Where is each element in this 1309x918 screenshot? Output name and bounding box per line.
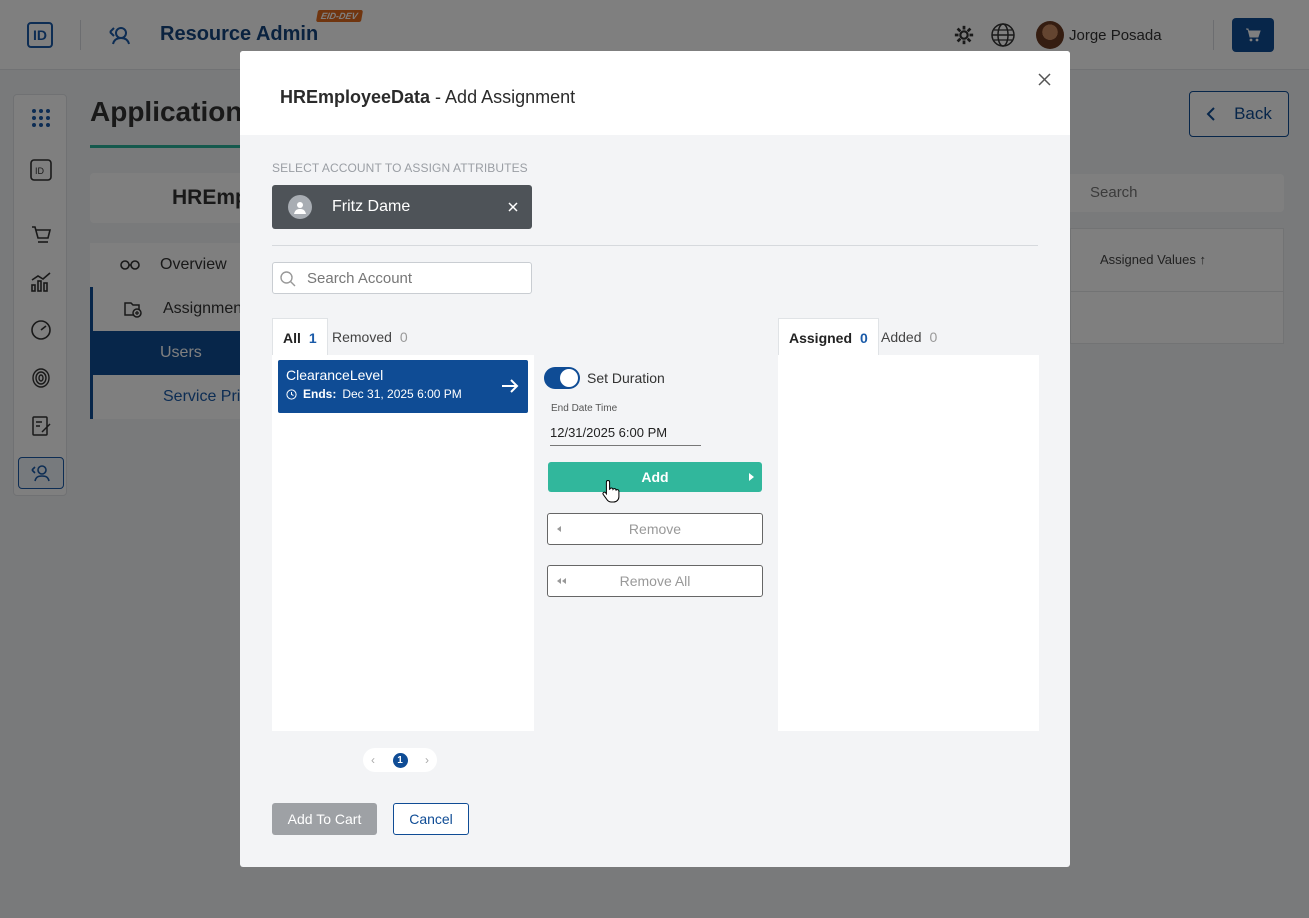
tab-assigned[interactable]: Assigned 0: [778, 318, 879, 356]
close-icon: [1037, 72, 1051, 86]
select-account-label: SELECT ACCOUNT TO ASSIGN ATTRIBUTES: [272, 161, 528, 175]
add-assignment-dialog: HREmployeeData - Add Assignment SELECT A…: [240, 51, 1070, 867]
remove-account-button[interactable]: [505, 199, 521, 215]
set-duration-label: Set Duration: [587, 370, 665, 386]
close-icon: [508, 202, 518, 212]
available-attributes-list: ClearanceLevel Ends: Dec 31, 2025 6:00 PM: [272, 355, 534, 731]
tab-added[interactable]: Added 0: [871, 318, 947, 356]
add-to-cart-button[interactable]: Add To Cart: [272, 803, 377, 835]
caret-right-icon: [749, 473, 754, 481]
double-caret-left-icon: [557, 578, 566, 584]
set-duration-toggle[interactable]: [544, 367, 580, 389]
dialog-title: HREmployeeData - Add Assignment: [280, 87, 576, 107]
add-button[interactable]: Add: [548, 462, 762, 492]
page-number[interactable]: 1: [392, 752, 408, 768]
chevron-right-icon[interactable]: ›: [425, 753, 429, 767]
tab-all[interactable]: All 1: [272, 318, 328, 356]
clock-icon: [286, 388, 297, 400]
end-date-field: [550, 421, 701, 446]
caret-left-icon: [557, 526, 561, 532]
selected-account-name: Fritz Dame: [332, 198, 411, 215]
close-button[interactable]: [1034, 69, 1054, 89]
pagination: ‹ 1 ›: [363, 748, 437, 772]
dialog-header: HREmployeeData - Add Assignment: [240, 51, 1070, 135]
remove-button[interactable]: Remove: [547, 513, 763, 545]
remove-all-button[interactable]: Remove All: [547, 565, 763, 597]
attribute-name: ClearanceLevel: [286, 367, 384, 383]
search-account-field: [272, 262, 532, 294]
attribute-item[interactable]: ClearanceLevel Ends: Dec 31, 2025 6:00 PM: [278, 360, 528, 413]
chevron-left-icon[interactable]: ‹: [371, 753, 375, 767]
search-account-input[interactable]: [307, 267, 527, 289]
divider: [272, 245, 1038, 246]
assigned-attributes-list: [778, 355, 1039, 731]
arrow-right-icon[interactable]: [500, 376, 520, 396]
attribute-end-date: Ends: Dec 31, 2025 6:00 PM: [286, 387, 462, 401]
toggle-knob: [560, 369, 578, 387]
end-date-input[interactable]: [550, 421, 700, 440]
tab-removed[interactable]: Removed 0: [322, 318, 418, 356]
user-icon: [288, 195, 312, 219]
hand-cursor-icon: [602, 479, 620, 503]
end-date-label: End Date Time: [551, 403, 618, 414]
selected-account-chip: Fritz Dame: [272, 185, 532, 229]
cancel-button[interactable]: Cancel: [393, 803, 469, 835]
search-icon: [280, 271, 296, 287]
